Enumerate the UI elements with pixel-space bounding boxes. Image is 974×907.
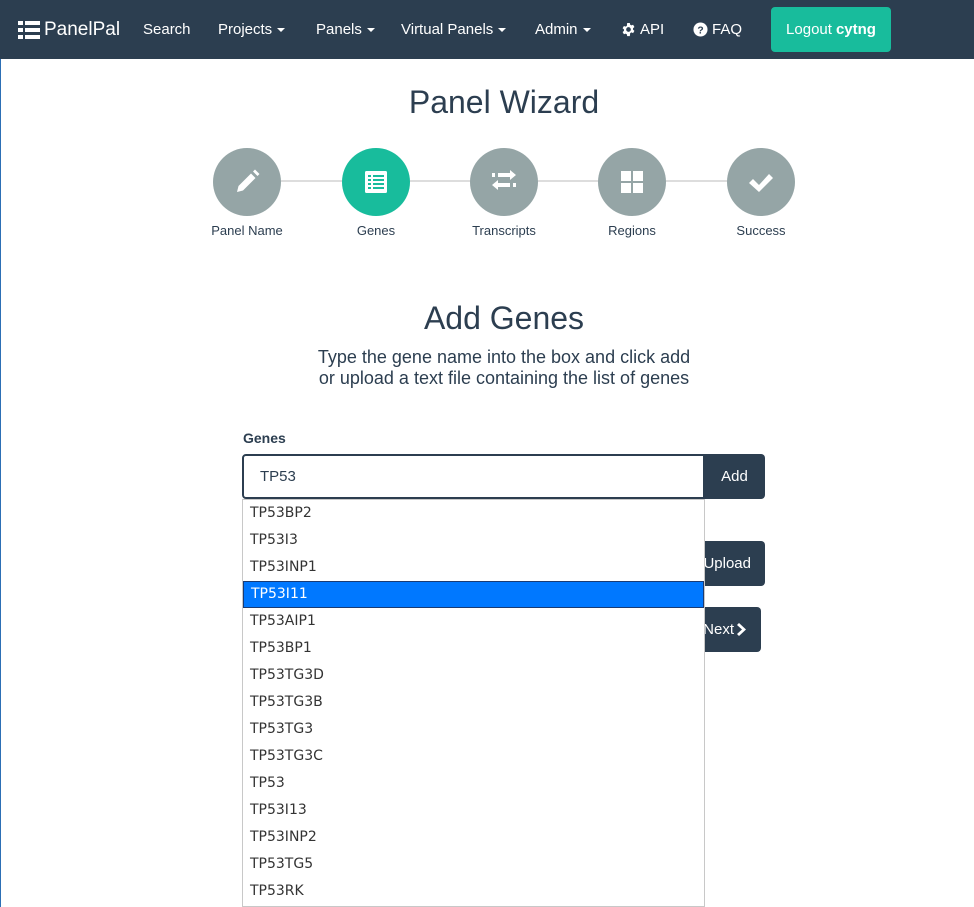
nav-admin[interactable]: Admin [535,0,591,59]
nav-panels[interactable]: Panels [316,0,375,59]
wizard-step-transcripts[interactable]: Transcripts [454,148,554,238]
wizard-step-regions[interactable]: Regions [582,148,682,238]
nav-admin-label: Admin [535,21,578,38]
question-circle-icon: ? [693,22,708,37]
gene-autocomplete-list: TP53BP2 TP53I3 TP53INP1 TP53I11 TP53AIP1 TP53… [242,499,705,907]
description-line-1: Type the gene name into the box and clic… [317,347,691,367]
window-edge [0,59,1,907]
page-title: Panel Wizard [408,84,600,120]
step-label: Success [736,223,786,238]
logout-button[interactable]: Logout cytng [771,7,891,52]
caret-down-icon [277,27,286,32]
step-circle [470,148,538,216]
navbar: PanelPal Search Projects Panels Virtual … [0,0,974,59]
nav-virtual-panels[interactable]: Virtual Panels [401,0,507,59]
autocomplete-option[interactable]: TP53TG3C [243,743,704,770]
step-label: Genes [356,223,396,238]
chevron-right-icon [737,623,746,636]
svg-text:?: ? [697,25,703,36]
caret-down-icon [498,27,507,32]
autocomplete-option[interactable]: TP53BP1 [243,635,704,662]
autocomplete-option[interactable]: TP53RK [243,878,704,905]
nav-virtual-panels-label: Virtual Panels [401,21,494,38]
nav-panels-label: Panels [316,21,362,38]
list-icon [365,171,387,193]
wizard-step-panel-name[interactable]: Panel Name [197,148,297,238]
nav-search-label: Search [143,21,191,38]
description-line-2: or upload a text file containing the lis… [318,368,690,388]
step-label: Panel Name [211,223,283,238]
autocomplete-option[interactable]: TP53INP1 [243,554,704,581]
section-description: Type the gene name into the box and clic… [0,347,974,389]
username: cytng [835,21,876,38]
logout-label: Logout [786,21,832,38]
next-label: Next [703,621,734,638]
nav-projects[interactable]: Projects [218,0,286,59]
wizard-step-success[interactable]: Success [711,148,811,238]
nav-projects-label: Projects [218,21,273,38]
autocomplete-option[interactable]: TP53TG3 [243,716,704,743]
nav-api[interactable]: API [621,0,664,59]
autocomplete-option[interactable]: TP53BP2 [243,500,704,527]
autocomplete-option[interactable]: TP53INP2 [243,824,704,851]
autocomplete-option[interactable]: TP53I3 [243,527,704,554]
nav-search[interactable]: Search [143,0,191,59]
gear-icon [622,22,635,37]
step-circle [727,148,795,216]
gene-search-input[interactable] [242,454,705,499]
nav-api-label: API [640,21,665,38]
genes-label: Genes [243,430,286,446]
table-icon [18,20,40,39]
step-circle [598,148,666,216]
step-label: Regions [608,223,656,238]
pencil-icon [237,169,260,192]
caret-down-icon [366,27,375,32]
caret-down-icon [582,27,591,32]
autocomplete-option[interactable]: TP53TG3B [243,689,704,716]
check-icon [749,174,773,192]
autocomplete-option[interactable]: TP53TG5 [243,851,704,878]
brand-link[interactable]: PanelPal [18,0,120,59]
autocomplete-option[interactable]: TP53TG3D [243,662,704,689]
autocomplete-option[interactable]: TP53I11 [243,581,704,608]
wizard-step-genes[interactable]: Genes [326,148,426,238]
autocomplete-option[interactable]: TP53I13 [243,797,704,824]
step-circle [342,148,410,216]
section-title: Add Genes [423,300,585,336]
step-label: Transcripts [472,223,536,238]
nav-faq-label: FAQ [712,21,743,38]
grid-icon [621,171,643,193]
step-circle [213,148,281,216]
exchange-icon [492,170,516,190]
autocomplete-option[interactable]: TP53AIP1 [243,608,704,635]
add-button[interactable]: Add [704,454,765,499]
nav-faq[interactable]: ? FAQ [693,0,742,59]
autocomplete-option[interactable]: TP53 [243,770,704,797]
brand-name: PanelPal [44,18,121,40]
